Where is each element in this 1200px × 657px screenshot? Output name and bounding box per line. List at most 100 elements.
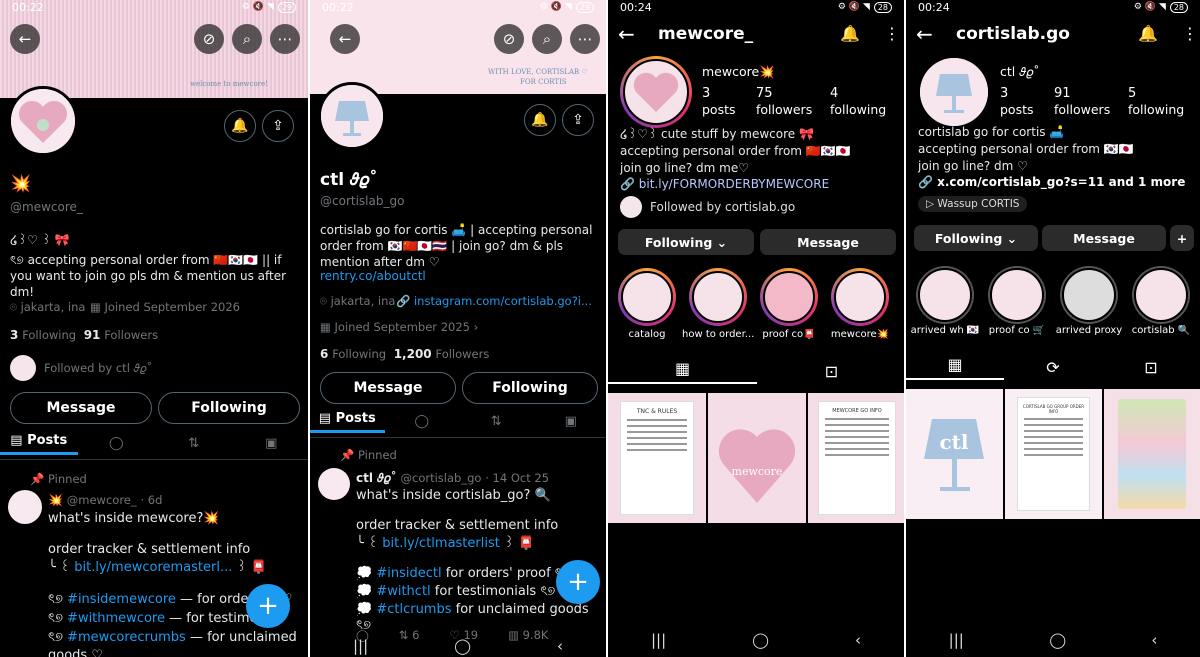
- tab-posts[interactable]: ▤ Posts: [310, 411, 385, 433]
- tab-reposts-icon[interactable]: ⇅: [155, 436, 233, 451]
- notify-button[interactable]: 🔔: [224, 110, 256, 142]
- followers-label[interactable]: followers: [756, 102, 812, 117]
- followed-by-text: Followed by ctl 𝜗𝜚˚: [44, 360, 153, 375]
- heart-logo-icon: [11, 89, 75, 153]
- tab-replies-icon[interactable]: ◯: [385, 414, 460, 429]
- grid-post[interactable]: [1104, 389, 1200, 519]
- recent-apps-icon[interactable]: |||: [651, 631, 666, 649]
- profile-link[interactable]: 🔗 bit.ly/FORMORDERBYMEWCORE: [620, 177, 829, 191]
- tab-media-icon[interactable]: ▣: [534, 414, 607, 429]
- message-button[interactable]: Message: [760, 229, 896, 255]
- tagged-tab-icon[interactable]: ⊡: [757, 362, 904, 381]
- message-button[interactable]: Message: [10, 392, 152, 424]
- compose-button[interactable]: +: [246, 584, 290, 628]
- following-button[interactable]: Following ⌄: [914, 225, 1038, 251]
- sync-icon[interactable]: ⊘: [494, 24, 524, 54]
- profile-link[interactable]: 🔗 x.com/cortislab_go?s=11 and 1 more: [918, 175, 1185, 189]
- share-button[interactable]: ⇪: [562, 104, 594, 136]
- highlight[interactable]: [760, 268, 818, 326]
- back-button[interactable]: ←: [916, 22, 933, 46]
- bell-icon[interactable]: 🔔: [840, 24, 860, 43]
- message-button[interactable]: Message: [320, 372, 456, 404]
- highlight[interactable]: [831, 268, 889, 326]
- recent-apps-icon[interactable]: |||: [353, 637, 368, 655]
- post-link[interactable]: bit.ly/mewcoremasterl...: [74, 560, 232, 575]
- avatar[interactable]: [318, 82, 386, 150]
- hashtag-link[interactable]: #mewcorecrumbs: [67, 630, 186, 645]
- compose-button[interactable]: +: [556, 560, 600, 604]
- more-icon[interactable]: ⋮: [1182, 24, 1198, 43]
- followed-by[interactable]: Followed by cortislab.go: [620, 196, 795, 218]
- grid-post[interactable]: CORTISLAB GO GROUP ORDER INFO: [1005, 389, 1102, 519]
- back-nav-icon[interactable]: ‹: [855, 631, 861, 649]
- add-person-icon[interactable]: +: [1170, 225, 1194, 251]
- hashtag-link[interactable]: #withmewcore: [67, 611, 165, 626]
- hashtag-link[interactable]: #insidectl: [376, 566, 441, 581]
- back-button[interactable]: ←: [330, 24, 360, 54]
- search-button[interactable]: ⌕: [232, 24, 262, 54]
- follow-counts[interactable]: 6 Following 1,200 Followers: [320, 347, 489, 361]
- reels-tab-icon[interactable]: ⟳: [1004, 358, 1102, 377]
- following-button[interactable]: Following: [158, 392, 300, 424]
- post-link[interactable]: bit.ly/ctlmasterlist: [382, 536, 500, 551]
- tab-reposts-icon[interactable]: ⇅: [459, 414, 534, 429]
- hashtag-link[interactable]: #insidemewcore: [67, 592, 176, 607]
- more-icon[interactable]: ⋮: [884, 24, 900, 43]
- highlight[interactable]: [618, 268, 676, 326]
- tab-media-icon[interactable]: ▣: [233, 436, 309, 451]
- post-avatar[interactable]: [318, 468, 350, 500]
- tab-replies-icon[interactable]: ◯: [78, 436, 156, 451]
- tab-posts[interactable]: ▤ Posts: [0, 433, 78, 455]
- back-nav-icon[interactable]: ‹: [1151, 631, 1157, 649]
- search-button[interactable]: ⌕: [532, 24, 562, 54]
- following-count[interactable]: 5: [1128, 86, 1136, 101]
- followers-count[interactable]: 91: [1054, 86, 1071, 101]
- following-label[interactable]: following: [1128, 102, 1184, 117]
- back-nav-icon[interactable]: ‹: [557, 637, 563, 655]
- grid-tab-icon[interactable]: ▦: [608, 359, 757, 384]
- followers-count[interactable]: 75: [756, 86, 773, 101]
- highlight[interactable]: [988, 266, 1046, 324]
- more-button[interactable]: ⋯: [270, 24, 300, 54]
- follow-counts[interactable]: 3 Following 91 Followers: [10, 328, 158, 342]
- message-button[interactable]: Message: [1042, 225, 1166, 251]
- grid-post[interactable]: MEWCORE GO INFO: [808, 393, 904, 523]
- ig-link[interactable]: 🔗 instagram.com/cortislab.go?i...: [396, 294, 592, 308]
- following-button[interactable]: Following: [462, 372, 598, 404]
- home-icon[interactable]: ◯: [454, 637, 471, 655]
- grid-post[interactable]: mewcore: [708, 393, 806, 523]
- bio-link[interactable]: rentry.co/aboutctl: [320, 268, 426, 284]
- notify-button[interactable]: 🔔: [524, 104, 556, 136]
- sync-icon[interactable]: ⊘: [194, 24, 224, 54]
- tagged-tab-icon[interactable]: ⊡: [1102, 358, 1200, 377]
- avatar[interactable]: [920, 58, 988, 126]
- music-chip[interactable]: ▷ Wassup CORTIS: [918, 196, 1028, 212]
- recent-apps-icon[interactable]: |||: [949, 631, 964, 649]
- back-button[interactable]: ←: [10, 24, 40, 54]
- hashtag-link[interactable]: #ctlcrumbs: [376, 602, 451, 617]
- posts-label: posts: [1000, 102, 1034, 117]
- followers-label[interactable]: followers: [1054, 102, 1110, 117]
- ig-link-text[interactable]: instagram.com/cortislab.go?i...: [414, 294, 592, 308]
- share-button[interactable]: ⇪: [262, 110, 294, 142]
- bell-icon[interactable]: 🔔: [1138, 24, 1158, 43]
- following-button[interactable]: Following ⌄: [618, 229, 754, 255]
- highlight[interactable]: [916, 266, 974, 324]
- grid-post[interactable]: ctl: [906, 389, 1003, 519]
- home-icon[interactable]: ◯: [1049, 631, 1066, 649]
- highlight[interactable]: [1060, 266, 1118, 324]
- grid-post[interactable]: TNC & RULES: [608, 393, 706, 523]
- post-avatar[interactable]: [8, 490, 42, 524]
- following-count[interactable]: 4: [830, 86, 838, 101]
- profile-avatar-ring[interactable]: [620, 56, 692, 128]
- hashtag-link[interactable]: #withctl: [376, 584, 430, 599]
- back-button[interactable]: ←: [618, 22, 635, 46]
- following-label[interactable]: following: [830, 102, 886, 117]
- highlight[interactable]: [689, 268, 747, 326]
- followed-by[interactable]: Followed by ctl 𝜗𝜚˚: [10, 355, 152, 381]
- avatar[interactable]: [8, 86, 78, 156]
- highlight[interactable]: [1132, 266, 1190, 324]
- more-button[interactable]: ⋯: [570, 24, 600, 54]
- home-icon[interactable]: ◯: [752, 631, 769, 649]
- grid-tab-icon[interactable]: ▦: [906, 355, 1004, 380]
